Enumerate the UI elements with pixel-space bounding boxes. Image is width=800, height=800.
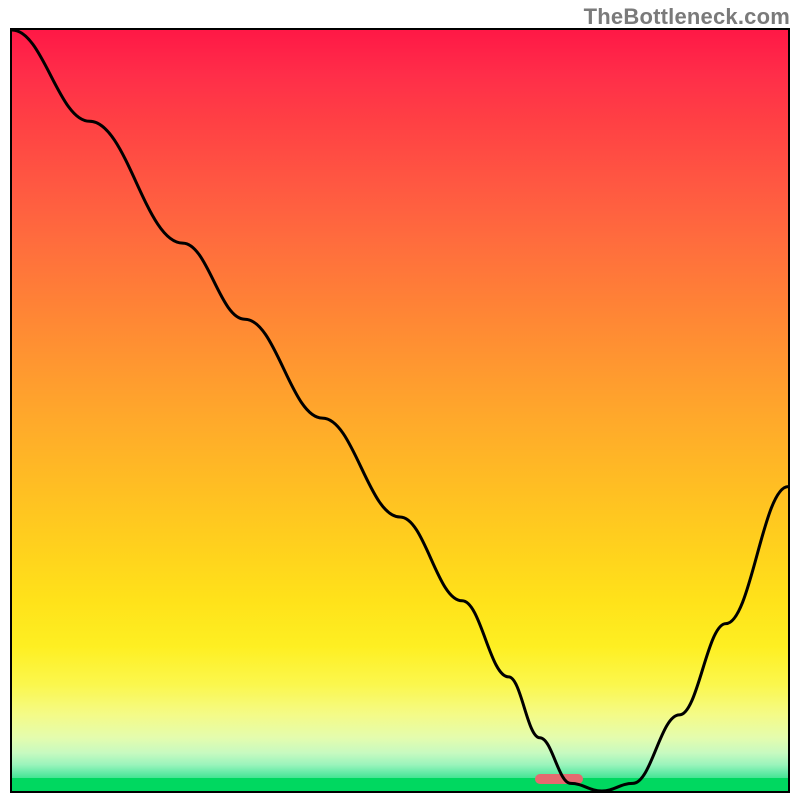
bottleneck-curve (12, 30, 788, 791)
plot-frame (10, 28, 790, 793)
curve-path (12, 30, 788, 791)
watermark-text: TheBottleneck.com (584, 4, 790, 30)
chart-canvas: TheBottleneck.com (0, 0, 800, 800)
